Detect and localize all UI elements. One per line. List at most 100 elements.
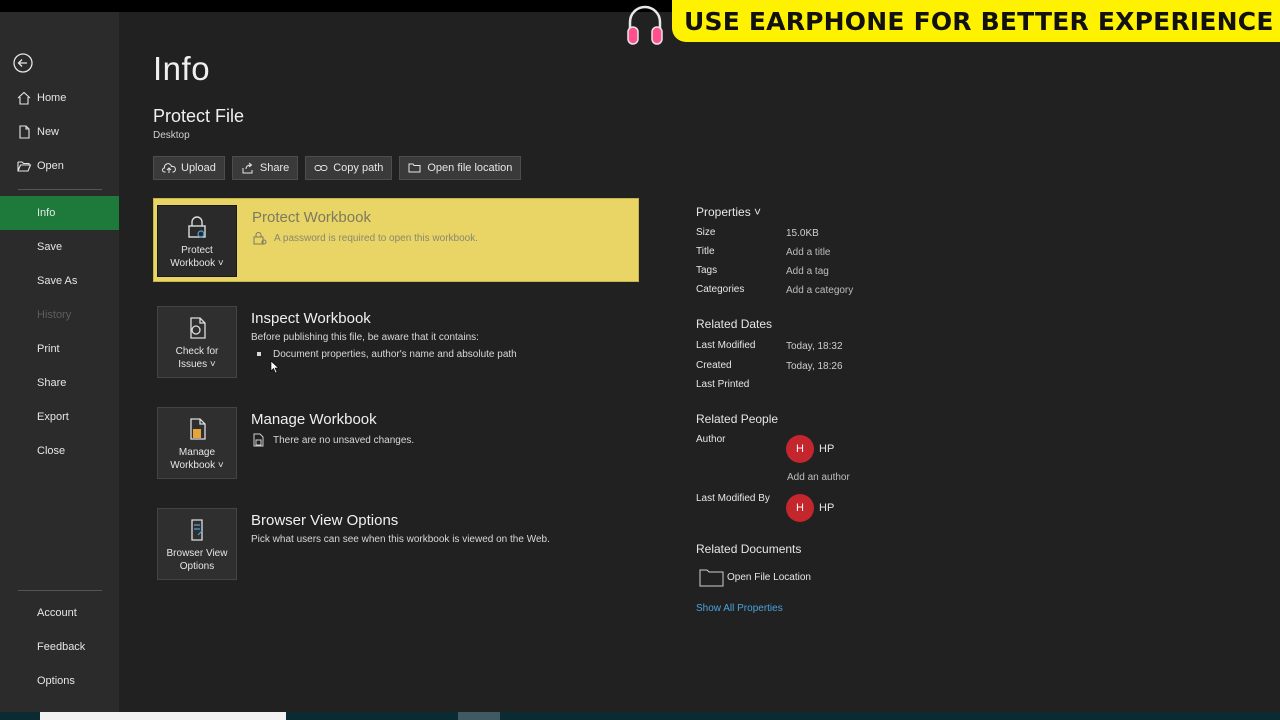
lock-icon [188,216,206,238]
banner-text: USE EARPHONE FOR BETTER EXPERIENCE [684,6,1274,36]
manage-workbook-section: Manage Workbook ˅ Manage Workbook There a… [153,401,639,485]
sidebar-item-label: History [37,309,72,321]
card-title: Protect Workbook [252,209,371,226]
card-title: Inspect Workbook [251,310,371,327]
sidebar-item-label: Share [37,377,67,389]
browser-view-label-2: Options [179,561,215,572]
card-title: Browser View Options [251,512,399,529]
manage-label-2: Workbook ˅ [170,460,224,471]
sidebar-item-label: Options [37,675,75,687]
sidebar-item-close[interactable]: Close [0,434,119,468]
sidebar-item-account[interactable]: Account [0,596,119,630]
property-label: Last Modified [696,340,756,351]
inspect-bullet-item: Document properties, author's name and a… [257,349,517,360]
new-file-icon [19,125,30,139]
sidebar-item-label: Account [37,607,77,619]
lock-key-icon [253,232,267,245]
card-description: A password is required to open this work… [252,231,478,245]
headphone-icon [627,5,663,45]
last-modified-value: Today, 18:32 [786,341,843,352]
related-documents-header: Related Documents [696,542,802,556]
sidebar-divider [18,189,102,190]
modifier-avatar[interactable]: H [786,494,814,522]
sidebar-item-feedback[interactable]: Feedback [0,630,119,664]
share-button[interactable]: Share [231,156,299,180]
sidebar-item-open[interactable]: Open [0,149,119,183]
manage-workbook-button[interactable]: Manage Workbook ˅ [157,407,237,479]
card-description: Pick what users can see when this workbo… [251,534,550,545]
share-label: Share [259,162,290,174]
sidebar-item-home[interactable]: Home [0,81,119,115]
related-dates-header: Related Dates [696,317,773,331]
cloud-upload-icon [162,163,176,173]
sidebar-item-label: Save [37,241,63,253]
property-label: Tags [696,265,718,276]
add-title-field[interactable]: Add a title [786,247,830,258]
properties-header[interactable]: Properties ˅ [696,205,761,219]
share-icon [242,162,253,174]
add-category-field[interactable]: Add a category [786,285,853,296]
open-file-location-label: Open file location [427,162,513,174]
file-name: Protect File [153,106,245,126]
mouse-cursor-icon [270,360,280,374]
open-file-location-button[interactable]: Open file location [399,156,522,180]
property-label: Size [696,227,716,238]
property-label: Created [696,360,732,371]
card-description: There are no unsaved changes. [251,433,414,447]
sidebar-item-label: Open [37,160,64,172]
check-for-issues-button[interactable]: Check for Issues ˅ [157,306,237,378]
copy-path-button[interactable]: Copy path [305,156,393,180]
taskbar-search-box[interactable] [40,712,286,720]
browser-view-options-section: Browser View Options Browser View Options… [153,502,639,586]
card-description-text: There are no unsaved changes. [273,434,415,446]
property-label: Last Printed [696,379,750,390]
sidebar-item-label: Close [37,445,66,457]
manage-document-icon [190,418,206,440]
check-issues-label: Check for [175,346,219,357]
manage-label: Manage [178,447,216,458]
inspect-document-icon [190,317,206,339]
sidebar-item-label: Home [37,92,67,104]
add-author-field[interactable]: Add an author [787,472,850,483]
folder-icon [408,163,421,173]
related-people-header: Related People [696,412,779,426]
check-issues-label-2: Issues ˅ [178,359,216,370]
taskbar-app-button[interactable] [458,712,500,720]
document-status-icon [253,433,264,447]
property-label: Last Modified By [696,493,770,504]
info-pane: Info Protect File Desktop Upload Share C… [119,12,1280,712]
inspect-workbook-section: Check for Issues ˅ Inspect Workbook Befor… [153,300,639,384]
property-label: Author [696,434,726,445]
file-location: Desktop [153,130,190,141]
modifier-name: HP [819,502,835,514]
sidebar-item-share[interactable]: Share [0,366,119,400]
protect-workbook-button[interactable]: Protect Workbook ˅ [157,205,237,277]
sidebar-item-export[interactable]: Export [0,400,119,434]
sidebar-item-print[interactable]: Print [0,332,119,366]
author-name: HP [819,443,835,455]
open-file-location-link[interactable]: Open File Location [699,568,811,587]
sidebar-item-label: Info [37,207,56,219]
protect-button-label-2: Workbook ˅ [170,258,224,269]
author-avatar[interactable]: H [786,435,814,463]
browser-view-options-button[interactable]: Browser View Options [157,508,237,580]
protect-button-label: Protect [181,245,213,256]
add-tag-field[interactable]: Add a tag [786,266,829,277]
sidebar-item-options[interactable]: Options [0,664,119,698]
sidebar-item-save[interactable]: Save [0,230,119,264]
sidebar-divider [18,590,102,591]
sidebar-item-label: Save As [37,275,78,287]
sidebar-item-save-as[interactable]: Save As [0,264,119,298]
upload-label: Upload [181,162,216,174]
show-all-properties-link[interactable]: Show All Properties [696,603,783,614]
upload-button[interactable]: Upload [153,156,225,180]
card-title: Manage Workbook [251,411,377,428]
sidebar-item-label: New [37,126,60,138]
sidebar-item-new[interactable]: New [0,115,119,149]
property-label: Categories [696,284,745,295]
browser-view-label: Browser View [166,548,228,559]
page-title: Info [153,50,211,87]
sidebar-item-info[interactable]: Info [0,196,119,230]
file-toolbar: Upload Share Copy path Open file locatio… [153,156,522,180]
back-arrow-icon[interactable] [12,52,34,74]
